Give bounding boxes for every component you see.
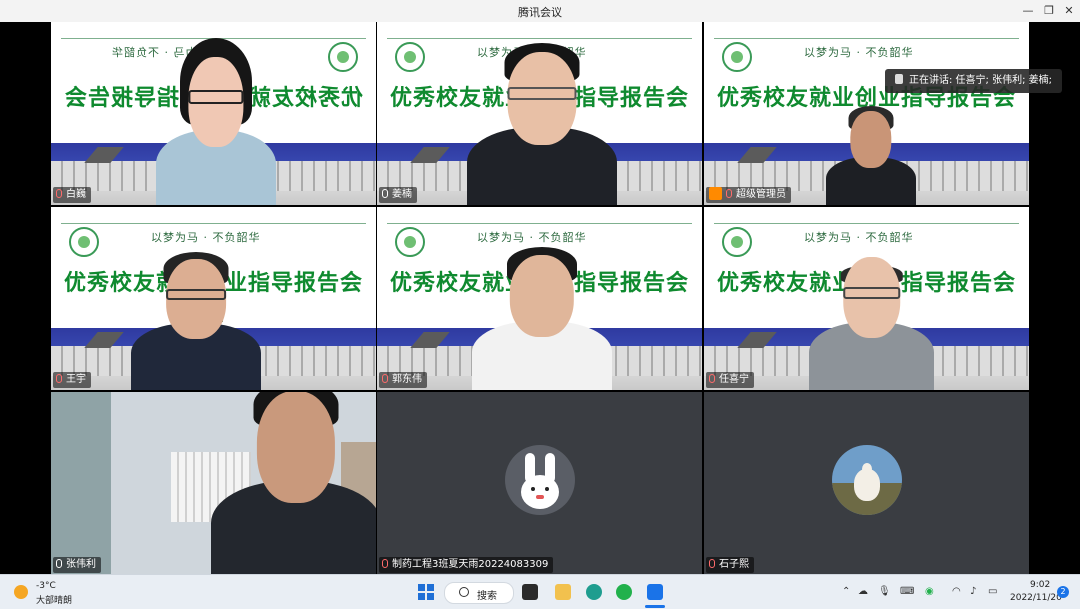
participant-tile[interactable]: 以梦为马 · 不负韶华 优秀校友就业创业指导报告会 任喜宁 — [704, 207, 1029, 390]
window-title-bar: 腾讯会议 — ❐ ✕ — [0, 0, 1080, 23]
microphone-muted-icon — [709, 374, 715, 383]
participant-video — [826, 105, 916, 205]
taskbar: -3°C 大部晴朗 搜索 ⌃ ☁ 🎙 ⌨ ◉ ◠ ♪ ▭ 9:02 2022/1… — [0, 574, 1080, 609]
school-logo-icon — [395, 42, 425, 72]
participant-video — [156, 38, 276, 205]
start-icon[interactable] — [418, 584, 434, 600]
participant-name-label: 制药工程3班夏天雨20224083309 — [379, 557, 554, 573]
school-logo-icon — [328, 42, 358, 72]
active-speaker-banner: 正在讲话: 任喜宁; 张伟利; 姜楠; — [884, 69, 1062, 93]
participant-name-label: 王宇 — [53, 372, 91, 388]
school-logo-icon — [69, 227, 99, 257]
room-window — [51, 392, 111, 575]
weather-temperature: -3°C — [36, 581, 56, 591]
participant-name-label: 超级管理员 — [706, 187, 791, 203]
school-logo-icon — [722, 42, 752, 72]
participant-tile[interactable]: 张伟利 — [51, 392, 376, 575]
host-badge-icon — [709, 187, 722, 200]
task-view-icon[interactable] — [522, 584, 538, 600]
window-title: 腾讯会议 — [518, 6, 562, 19]
slide-divider — [714, 223, 1019, 224]
wifi-icon[interactable]: ◠ — [952, 586, 961, 597]
weather-description: 大部晴朗 — [36, 596, 73, 606]
volume-icon[interactable]: ♪ — [970, 586, 976, 597]
participant-name-label: 姜楠 — [379, 187, 417, 203]
wechat-tray-icon[interactable]: ◉ — [925, 586, 934, 597]
slide-divider — [387, 223, 692, 224]
slide-motto: 以梦为马 · 不负韶华 — [804, 231, 914, 244]
input-method-icon[interactable]: ⌨ — [900, 586, 914, 597]
slide-motto: 以梦为马 · 不负韶华 — [151, 231, 261, 244]
file-explorer-icon[interactable] — [555, 584, 571, 600]
taskbar-search-button[interactable]: 搜索 — [444, 582, 514, 604]
participant-tile[interactable]: 石子熙 — [704, 392, 1029, 575]
slide-divider — [387, 38, 692, 39]
edge-browser-icon[interactable] — [586, 584, 602, 600]
notification-badge[interactable]: 2 — [1057, 586, 1069, 598]
close-icon[interactable]: ✕ — [1061, 3, 1077, 19]
participant-tile[interactable]: 以梦为马 · 不负韶华 优秀校友就业创业指导报告会 2022 姜楠 — [377, 22, 702, 205]
participant-name-label: 郭东伟 — [379, 372, 427, 388]
participant-video — [472, 247, 612, 390]
chevron-up-icon[interactable]: ⌃ — [842, 586, 850, 597]
participant-video — [211, 392, 376, 575]
participant-avatar — [504, 444, 575, 515]
participant-name-label: 任喜宁 — [706, 372, 754, 388]
participant-video — [131, 251, 261, 390]
clock-date[interactable]: 2022/11/20 — [1010, 593, 1062, 603]
participant-name-label: 白巍 — [53, 187, 91, 203]
video-grid: 以梦为马 · 不负韶华 优秀校友就业创业指导报告会 白巍 以梦为马 · 不负韶华… — [0, 22, 1080, 575]
microphone-muted-icon — [709, 559, 715, 568]
speaker-icon — [894, 74, 903, 84]
clock-time[interactable]: 9:02 — [1030, 580, 1050, 590]
weather-sun-icon — [14, 585, 28, 599]
battery-icon[interactable]: ▭ — [988, 586, 997, 597]
microphone-muted-icon — [382, 559, 388, 568]
participant-tile[interactable]: 以梦为马 · 不负韶华 优秀校友就业创业指导报告会 白巍 — [51, 22, 376, 205]
slide-motto: 以梦为马 · 不负韶华 — [477, 231, 587, 244]
school-logo-icon — [395, 227, 425, 257]
participant-video — [809, 257, 934, 390]
wechat-icon[interactable] — [616, 584, 632, 600]
participant-name-label: 石子熙 — [706, 557, 754, 573]
microphone-muted-icon — [56, 374, 62, 383]
participant-avatar — [831, 444, 902, 515]
cloud-icon[interactable]: ☁ — [858, 586, 868, 597]
participant-video — [467, 43, 617, 205]
slide-divider — [61, 223, 366, 224]
microphone-muted-icon — [382, 374, 388, 383]
slide-motto: 以梦为马 · 不负韶华 — [804, 46, 914, 59]
tencent-meeting-icon[interactable] — [647, 584, 663, 600]
participant-tile[interactable]: 以梦为马 · 不负韶华 优秀校友就业创业指导报告会 2022 郭东伟 — [377, 207, 702, 390]
school-logo-icon — [722, 227, 752, 257]
slide-divider — [714, 38, 1019, 39]
microphone-icon — [382, 189, 388, 198]
participant-tile[interactable]: 制药工程3班夏天雨20224083309 — [377, 392, 702, 575]
weather-widget[interactable]: -3°C 大部晴朗 — [14, 579, 84, 606]
participant-tile[interactable]: 以梦为马 · 不负韶华 优秀校友就业创业指导报告会 超级管理员 — [704, 22, 1029, 205]
microphone-tray-icon[interactable]: 🎙 — [878, 586, 891, 597]
minimize-icon[interactable]: — — [1020, 3, 1036, 19]
microphone-muted-icon — [56, 189, 62, 198]
microphone-muted-icon — [726, 189, 732, 198]
maximize-icon[interactable]: ❐ — [1041, 3, 1057, 19]
participant-name-label: 张伟利 — [53, 557, 101, 573]
search-icon — [459, 587, 469, 597]
participant-tile[interactable]: 以梦为马 · 不负韶华 优秀校友就业创业指导报告会 20日 王宇 — [51, 207, 376, 390]
microphone-icon — [56, 559, 62, 568]
